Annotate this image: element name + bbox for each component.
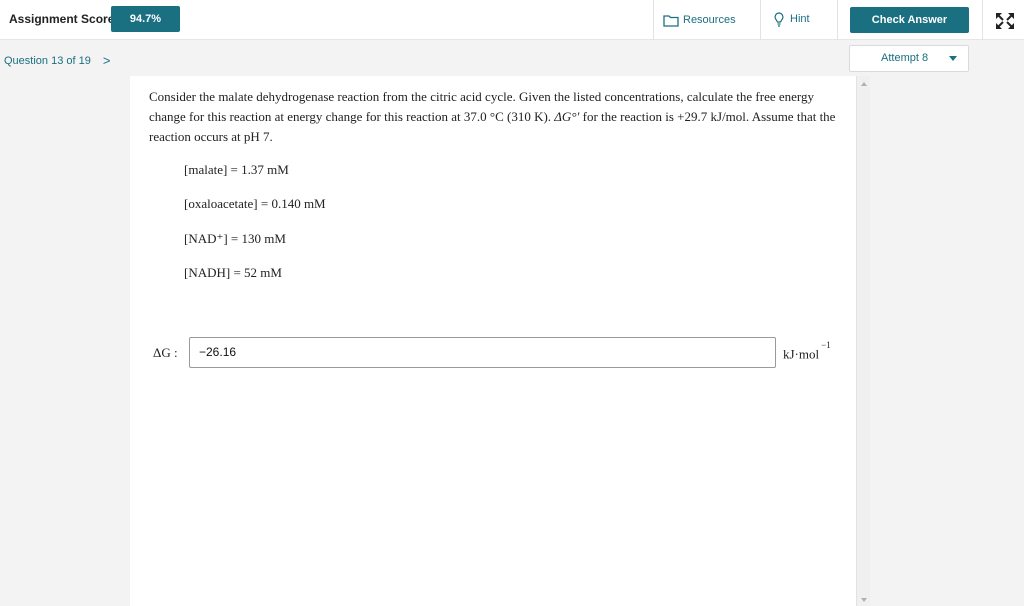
concentration-nadh: [NADH] = 52 mM [184,265,282,280]
question-text: Consider the malate dehydrogenase reacti… [149,87,849,147]
attempt-label: Attempt 8 [881,52,929,64]
divider [837,0,838,40]
answer-unit: kJ·mol−1 [783,340,831,362]
divider [760,0,761,40]
assignment-score-label: Assignment Score: [9,12,119,26]
attempt-dropdown[interactable]: Attempt 8 [849,45,969,72]
panel-scrollbar[interactable] [856,76,870,606]
assignment-score-badge: 94.7% [111,6,180,32]
unit-base: kJ·mol [783,346,820,362]
divider [982,0,983,40]
resources-button[interactable]: Resources [663,10,736,30]
answer-label: ΔG : [153,345,178,360]
concentration-malate: [malate] = 1.37 mM [184,162,289,177]
folder-icon [663,14,679,27]
unit-exponent: −1 [821,340,831,350]
answer-input[interactable]: −26.16 [189,337,776,368]
scroll-down-icon[interactable] [861,598,867,602]
question-navigator[interactable]: Question 13 of 19 > [4,53,110,68]
delta-g-standard: ΔG°′ [554,109,580,124]
chevron-right-icon[interactable]: > [103,53,111,68]
hint-button[interactable]: Hint [774,9,810,29]
scroll-up-icon[interactable] [861,82,867,86]
concentration-oxaloacetate: [oxaloacetate] = 0.140 mM [184,196,326,211]
check-answer-button[interactable]: Check Answer [850,7,969,33]
lightbulb-icon [774,11,784,27]
divider [653,0,654,40]
question-position: Question 13 of 19 [4,54,91,67]
resources-label: Resources [683,14,736,26]
hint-label: Hint [790,13,810,25]
expand-icon[interactable] [995,12,1015,30]
caret-down-icon [949,56,957,61]
concentration-nad: [NAD⁺] = 130 mM [184,231,286,246]
top-bar: Assignment Score: 94.7% Resources Hint C… [0,0,1024,40]
